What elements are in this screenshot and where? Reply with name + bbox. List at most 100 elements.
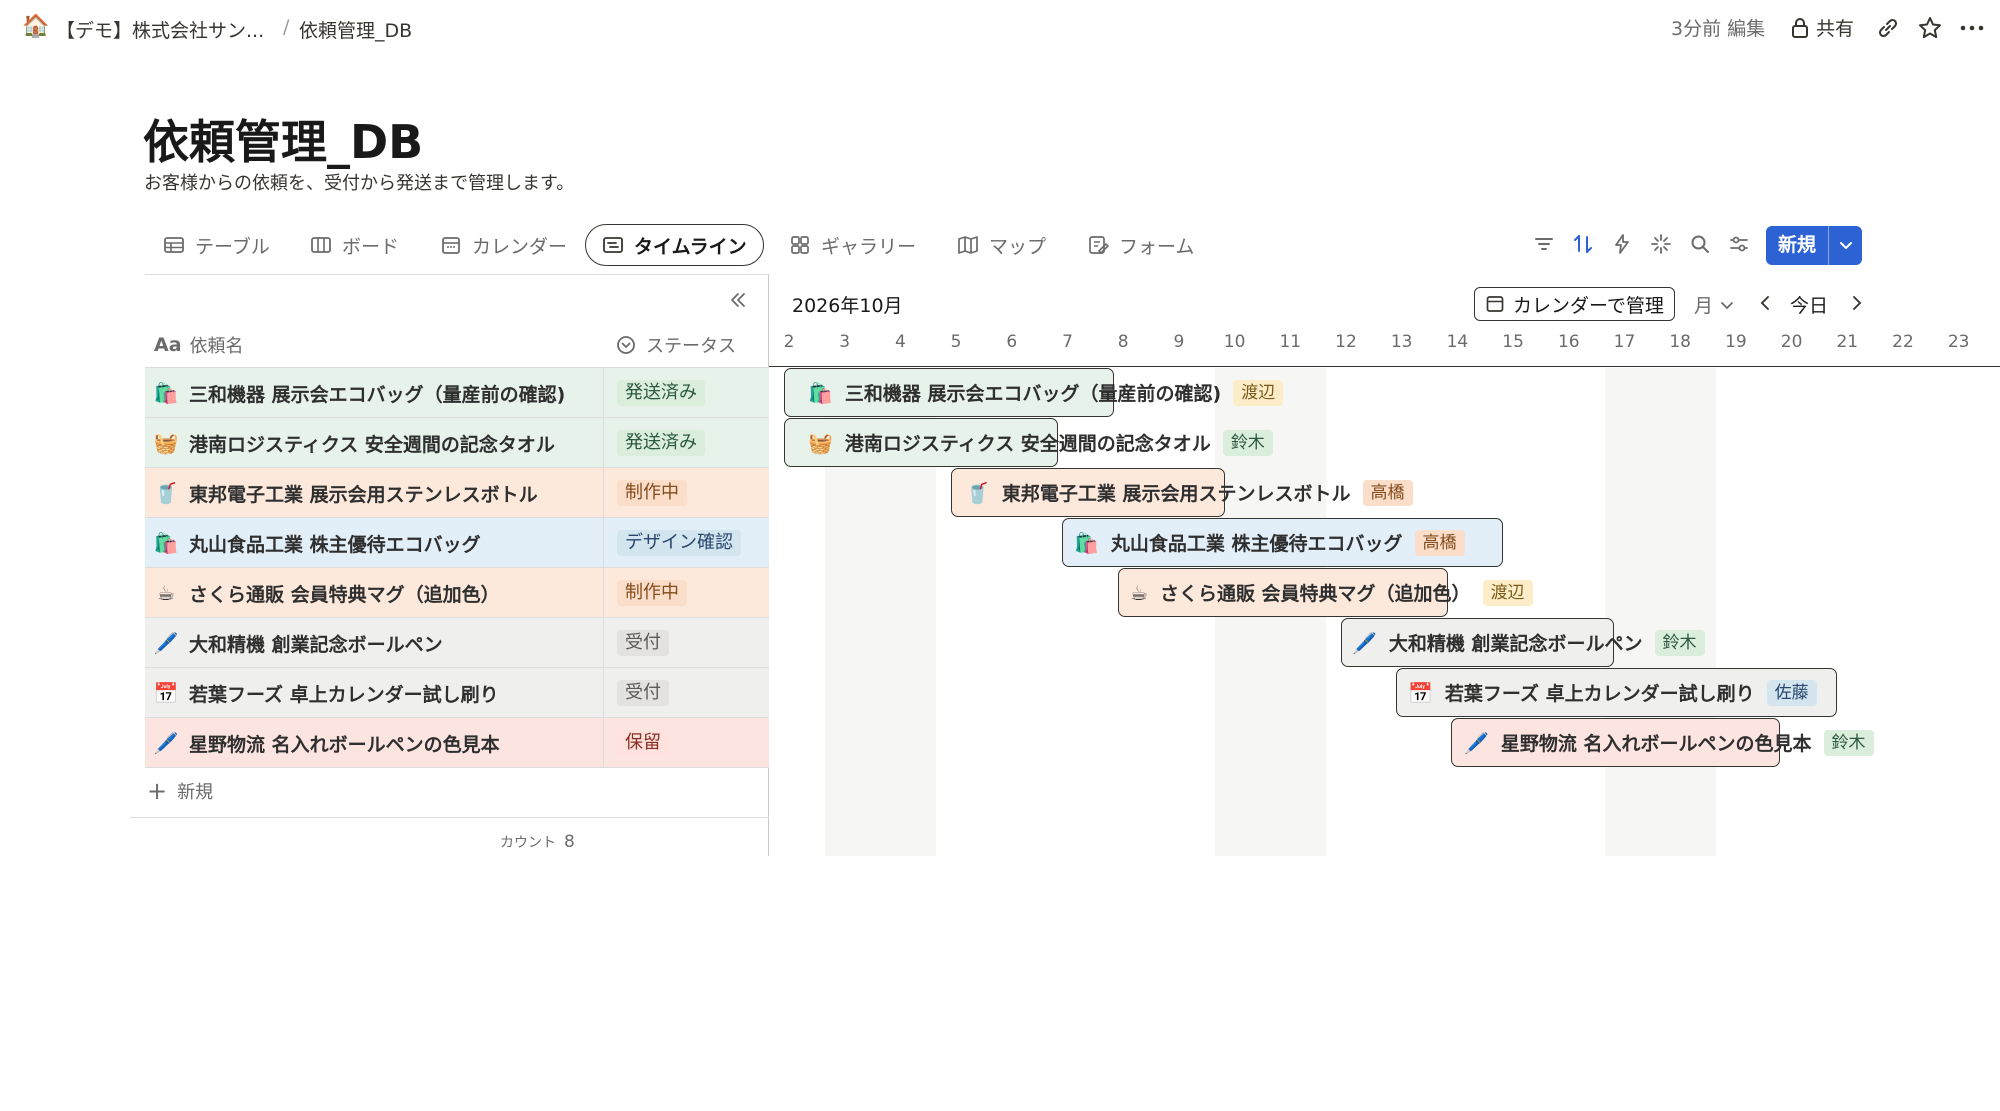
tab-calendar[interactable]: カレンダー xyxy=(440,224,567,266)
day-label: 6 xyxy=(1006,332,1018,352)
row-name[interactable]: ☕ さくら通販 会員特典マグ（追加色） xyxy=(153,568,500,618)
column-header-name[interactable]: Aa 依頼名 xyxy=(154,332,244,358)
row-name[interactable]: 🧺 港南ロジスティクス 安全週間の記念タオル xyxy=(153,418,555,468)
table-row[interactable]: ☕ さくら通販 会員特典マグ（追加色） 制作中 xyxy=(145,568,769,618)
ai-sparkle-icon[interactable] xyxy=(1649,232,1673,256)
status-badge[interactable]: 受付 xyxy=(617,680,669,706)
chevron-down-icon xyxy=(1721,301,1733,309)
share-button[interactable]: 共有 xyxy=(1816,14,1854,41)
table-row[interactable]: 📅 若葉フーズ 卓上カレンダー試し刷り 受付 xyxy=(145,668,769,718)
table-row[interactable]: 🖊️ 大和精機 創業記念ボールペン 受付 xyxy=(145,618,769,668)
table-top-border xyxy=(145,274,769,275)
day-label: 4 xyxy=(894,332,906,352)
form-icon xyxy=(1089,236,1109,255)
table-row[interactable]: 🖊️ 星野物流 名入れボールペンの色見本 保留 xyxy=(145,718,769,768)
day-label: 13 xyxy=(1390,332,1413,352)
tab-gallery[interactable]: ギャラリー xyxy=(789,224,916,266)
day-label: 3 xyxy=(839,332,851,352)
more-icon[interactable] xyxy=(1958,14,1986,42)
status-badge[interactable]: 発送済み xyxy=(617,380,705,406)
manage-calendar-button[interactable]: カレンダーで管理 xyxy=(1474,287,1675,321)
status-badge[interactable]: 制作中 xyxy=(617,480,687,506)
timeline-bar-label[interactable]: 📅 若葉フーズ 卓上カレンダー試し刷り 佐藤 xyxy=(1408,668,1817,717)
tab-table[interactable]: テーブル xyxy=(163,224,270,266)
today-button[interactable]: 今日 xyxy=(1790,291,1828,318)
row-name[interactable]: 🛍️ 三和機器 展示会エコバッグ（量産前の確認) xyxy=(153,368,566,418)
tab-map[interactable]: マップ xyxy=(957,224,1046,266)
breadcrumb-workspace[interactable]: 【デモ】株式会社サン... xyxy=(56,16,264,43)
row-name[interactable]: 📅 若葉フーズ 卓上カレンダー試し刷り xyxy=(153,668,499,718)
status-badge[interactable]: 保留 xyxy=(617,730,669,756)
tab-label: テーブル xyxy=(195,235,270,258)
last-edited[interactable]: 3分前 編集 xyxy=(1671,14,1765,41)
tab-timeline[interactable]: タイムライン xyxy=(585,224,764,266)
timeline-header-border xyxy=(769,366,2000,367)
add-new-row[interactable]: + 新規 xyxy=(145,770,769,812)
row-name[interactable]: 🖊️ 大和精機 創業記念ボールペン xyxy=(153,618,443,668)
table-row[interactable]: 🛍️ 三和機器 展示会エコバッグ（量産前の確認) 発送済み xyxy=(145,368,769,418)
item-icon: 📅 xyxy=(1408,680,1433,705)
new-button-divider xyxy=(1828,226,1829,265)
timeline-bar-label[interactable]: 🛍️ 三和機器 展示会エコバッグ（量産前の確認) 渡辺 xyxy=(808,368,1284,417)
day-label: 23 xyxy=(1947,332,1970,352)
table-row[interactable]: 🧺 港南ロジスティクス 安全週間の記念タオル 発送済み xyxy=(145,418,769,468)
search-icon[interactable] xyxy=(1688,232,1712,256)
status-badge[interactable]: 受付 xyxy=(617,630,669,656)
tab-label: カレンダー xyxy=(472,235,568,258)
breadcrumb-page[interactable]: 依頼管理_DB xyxy=(299,16,412,43)
item-icon: ☕ xyxy=(157,581,175,605)
board-icon xyxy=(311,237,331,253)
item-icon: 📅 xyxy=(153,681,179,705)
status-badge[interactable]: デザイン確認 xyxy=(617,530,741,556)
table-bottom-border xyxy=(130,817,769,818)
row-title: 若葉フーズ 卓上カレンダー試し刷り xyxy=(189,683,499,706)
filter-icon[interactable] xyxy=(1532,232,1556,256)
item-icon: 🥤 xyxy=(153,481,179,505)
lock-icon xyxy=(1792,18,1808,38)
day-label: 7 xyxy=(1062,332,1073,352)
row-name[interactable]: 🛍️ 丸山食品工業 株主優待エコバッグ xyxy=(153,518,481,568)
assignee-tag: 鈴木 xyxy=(1222,429,1273,456)
chevron-down-icon[interactable] xyxy=(1836,235,1856,255)
status-badge[interactable]: 制作中 xyxy=(617,580,687,606)
tab-label: フォーム xyxy=(1119,235,1195,258)
star-icon[interactable] xyxy=(1916,14,1944,42)
timeline-bar-label[interactable]: 🖊️ 大和精機 創業記念ボールペン 鈴木 xyxy=(1352,618,1705,667)
timeline-bar-label[interactable]: 🖊️ 星野物流 名入れボールペンの色見本 鈴木 xyxy=(1464,718,1874,767)
collapse-panel-icon[interactable] xyxy=(727,289,749,311)
column-header-status[interactable]: ステータス xyxy=(616,332,736,358)
settings-sliders-icon[interactable] xyxy=(1727,232,1751,256)
timeline-bar-label[interactable]: 🥤 東邦電子工業 展示会用ステンレスボトル 高橋 xyxy=(965,468,1413,517)
day-label: 20 xyxy=(1780,332,1803,352)
chevron-left-icon[interactable] xyxy=(1756,293,1776,313)
timeline-bar-label[interactable]: 🛍️ 丸山食品工業 株主優待エコバッグ 高橋 xyxy=(1074,518,1465,567)
automation-icon[interactable] xyxy=(1610,232,1634,256)
tab-board[interactable]: ボード xyxy=(310,224,399,266)
item-icon: 🖊️ xyxy=(1352,630,1377,655)
home-icon[interactable]: 🏠 xyxy=(22,14,49,39)
table-row[interactable]: 🛍️ 丸山食品工業 株主優待エコバッグ デザイン確認 xyxy=(145,518,769,568)
scale-select[interactable]: 月 xyxy=(1694,291,1735,318)
table-row[interactable]: 🥤 東邦電子工業 展示会用ステンレスボトル 制作中 xyxy=(145,468,769,518)
tab-form[interactable]: フォーム xyxy=(1087,224,1194,266)
new-button[interactable]: 新規 xyxy=(1766,226,1862,265)
new-button-label: 新規 xyxy=(1777,234,1816,256)
assignee-tag: 渡辺 xyxy=(1482,579,1533,606)
item-icon: 🧺 xyxy=(153,431,179,455)
day-label: 12 xyxy=(1335,332,1357,352)
cell-divider xyxy=(603,718,604,768)
row-title: 大和精機 創業記念ボールペン xyxy=(189,633,443,656)
row-name[interactable]: 🖊️ 星野物流 名入れボールペンの色見本 xyxy=(153,718,500,768)
status-badge[interactable]: 発送済み xyxy=(617,430,705,456)
timeline-bar-label[interactable]: 🧺 港南ロジスティクス 安全週間の記念タオル 鈴木 xyxy=(808,418,1273,467)
row-name[interactable]: 🥤 東邦電子工業 展示会用ステンレスボトル xyxy=(153,468,538,518)
top-bar: 🏠 【デモ】株式会社サン... / 依頼管理_DB 3分前 編集 共有 xyxy=(0,0,2000,54)
chevron-right-icon[interactable] xyxy=(1846,293,1866,313)
sort-icon[interactable] xyxy=(1571,232,1595,256)
timeline-bar-label[interactable]: ☕ さくら通販 会員特典マグ（追加色） 渡辺 xyxy=(1130,568,1533,617)
cell-divider xyxy=(603,518,604,568)
cell-divider xyxy=(603,418,604,468)
add-new-label: 新規 xyxy=(177,782,214,803)
link-icon[interactable] xyxy=(1874,14,1902,42)
cell-divider xyxy=(603,668,604,718)
